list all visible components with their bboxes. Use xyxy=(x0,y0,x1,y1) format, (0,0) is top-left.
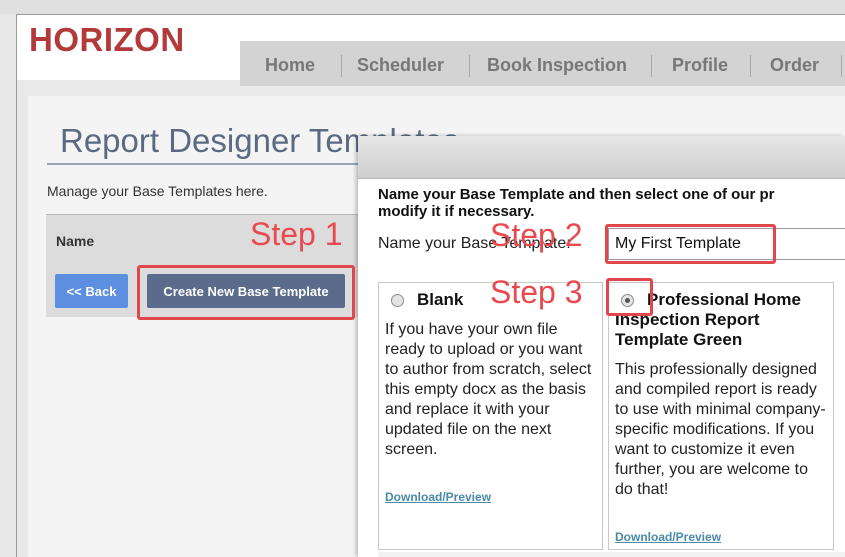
instruction-line-2: modify it if necessary. xyxy=(378,203,535,220)
nav-profile[interactable]: Profile xyxy=(672,55,728,76)
main-nav: Home Scheduler Book Inspection Profile O… xyxy=(240,41,845,86)
nav-separator xyxy=(341,55,342,77)
download-preview-link-professional-green[interactable]: Download/Preview xyxy=(615,530,721,544)
nav-home[interactable]: Home xyxy=(265,55,315,76)
nav-separator xyxy=(469,55,470,77)
dialog-instructions: Name your Base Template and then select … xyxy=(378,186,845,220)
nav-scheduler[interactable]: Scheduler xyxy=(357,55,444,76)
dialog-title-bar[interactable] xyxy=(358,136,845,179)
nav-book-inspection[interactable]: Book Inspection xyxy=(487,55,627,76)
browser-frame-left xyxy=(0,14,17,557)
step2-annotation: Step 2 xyxy=(490,217,583,253)
template-option-blank[interactable]: Blank If you have your own file ready to… xyxy=(378,282,603,550)
download-preview-link-blank[interactable]: Download/Preview xyxy=(385,490,491,504)
nav-separator xyxy=(750,55,751,77)
nav-order[interactable]: Order xyxy=(770,55,819,76)
title-divider xyxy=(47,163,362,165)
instruction-line-1: Name your Base Template and then select … xyxy=(378,186,775,203)
step1-annotation: Step 1 xyxy=(250,216,343,252)
page-subtitle: Manage your Base Templates here. xyxy=(47,183,268,199)
template-option-professional-green[interactable]: Professional Home Inspection Report Temp… xyxy=(608,282,834,550)
option-description-professional-green: This professionally designed and compile… xyxy=(615,361,826,498)
nav-separator xyxy=(841,55,842,77)
nav-separator xyxy=(651,55,652,77)
step3-highlight-box xyxy=(606,278,653,316)
step2-highlight-box xyxy=(605,224,776,264)
column-header-name: Name xyxy=(56,233,95,249)
radio-blank[interactable] xyxy=(391,294,404,307)
browser-frame-top xyxy=(0,0,845,15)
horizon-logo[interactable]: HORIZON xyxy=(29,21,185,59)
option-description-blank: If you have your own file ready to uploa… xyxy=(385,321,592,458)
back-button[interactable]: << Back xyxy=(55,274,128,308)
step3-annotation: Step 3 xyxy=(490,274,583,310)
dialog-bottom-strip xyxy=(378,552,845,557)
step1-highlight-box xyxy=(137,265,355,320)
